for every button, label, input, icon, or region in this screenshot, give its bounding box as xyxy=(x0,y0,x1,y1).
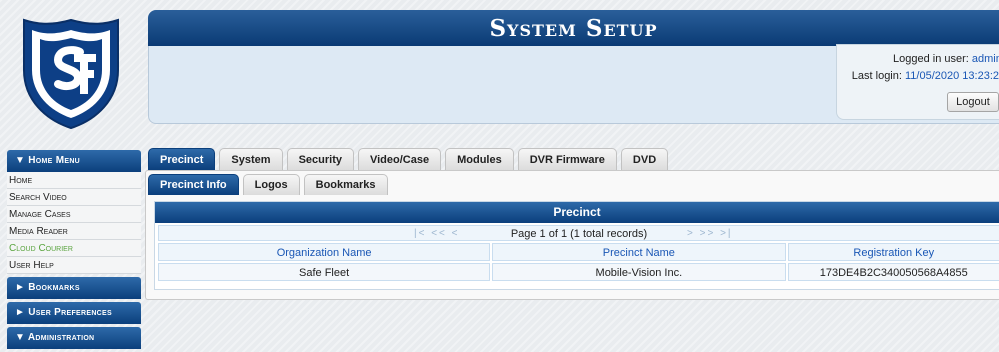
header-bar: System Setup xyxy=(148,10,999,46)
logout-button[interactable]: Logout xyxy=(947,92,999,112)
cell-organization-name: Safe Fleet xyxy=(158,263,491,281)
last-login-value: 11/05/2020 13:23:2 xyxy=(905,70,999,82)
logged-in-user-line: Logged in user: admin xyxy=(893,51,999,68)
cell-precinct-name: Mobile-Vision Inc. xyxy=(492,263,786,281)
sidebar-administration-header[interactable]: ▼ Administration xyxy=(7,327,141,349)
subtab-logos[interactable]: Logos xyxy=(242,174,300,195)
login-info-box: Logged in user: admin Last login: 11/05/… xyxy=(836,44,999,120)
sidebar-item-search-video[interactable]: Search Video xyxy=(7,189,141,206)
tab-video-case[interactable]: Video/Case xyxy=(357,148,442,170)
tab-dvd[interactable]: DVD xyxy=(620,148,669,170)
tab-system[interactable]: System xyxy=(219,148,283,170)
sidebar-user-preferences-header[interactable]: ► User Preferences xyxy=(7,302,141,324)
logged-in-user-label: Logged in user: xyxy=(893,53,969,65)
sidebar-item-cloud-courier[interactable]: Cloud Courier xyxy=(7,240,141,257)
sidebar: ▼ Home Menu Home Search Video Manage Cas… xyxy=(7,150,141,349)
pager-next-buttons[interactable]: > >> >| xyxy=(687,226,733,242)
grid-header-row: Organization Name Precinct Name Registra… xyxy=(158,243,999,261)
sidebar-bookmarks-header[interactable]: ► Bookmarks xyxy=(7,277,141,299)
table-row[interactable]: Safe Fleet Mobile-Vision Inc. 173DE4B2C3… xyxy=(158,263,999,281)
tab-dvr-firmware[interactable]: DVR Firmware xyxy=(517,148,617,170)
grid-title: Precinct xyxy=(155,202,999,223)
main-tabs: Precinct System Security Video/Case Modu… xyxy=(148,148,669,170)
precinct-grid: Precinct |< << < Page 1 of 1 (1 total re… xyxy=(154,201,999,290)
last-login-label: Last login: xyxy=(851,70,902,82)
sidebar-home-menu-header[interactable]: ▼ Home Menu xyxy=(7,150,141,172)
column-header-organization-name[interactable]: Organization Name xyxy=(158,243,491,261)
page-title: System Setup xyxy=(489,14,658,42)
last-login-line: Last login: 11/05/2020 13:23:2 xyxy=(845,68,999,85)
column-header-registration-key[interactable]: Registration Key xyxy=(787,243,999,261)
tab-precinct[interactable]: Precinct xyxy=(148,148,216,170)
grid-pager: |< << < Page 1 of 1 (1 total records) > … xyxy=(158,225,999,241)
tab-modules[interactable]: Modules xyxy=(445,148,514,170)
sidebar-item-manage-cases[interactable]: Manage Cases xyxy=(7,206,141,223)
logged-in-user-value: admin xyxy=(971,53,999,65)
sub-tabs: Precinct Info Logos Bookmarks xyxy=(148,174,388,195)
pager-prev-buttons[interactable]: |< << < xyxy=(414,226,460,242)
sidebar-item-home[interactable]: Home xyxy=(7,172,141,189)
tab-security[interactable]: Security xyxy=(286,148,354,170)
cell-registration-key: 173DE4B2C340050568A4855 xyxy=(787,263,999,281)
subtab-bookmarks[interactable]: Bookmarks xyxy=(303,174,388,195)
sidebar-item-user-help[interactable]: User Help xyxy=(7,257,141,274)
pager-status: Page 1 of 1 (1 total records) xyxy=(510,228,648,240)
column-header-precinct-name[interactable]: Precinct Name xyxy=(492,243,786,261)
safe-fleet-logo xyxy=(22,18,120,130)
sidebar-item-media-reader[interactable]: Media Reader xyxy=(7,223,141,240)
subtab-precinct-info[interactable]: Precinct Info xyxy=(148,174,239,195)
